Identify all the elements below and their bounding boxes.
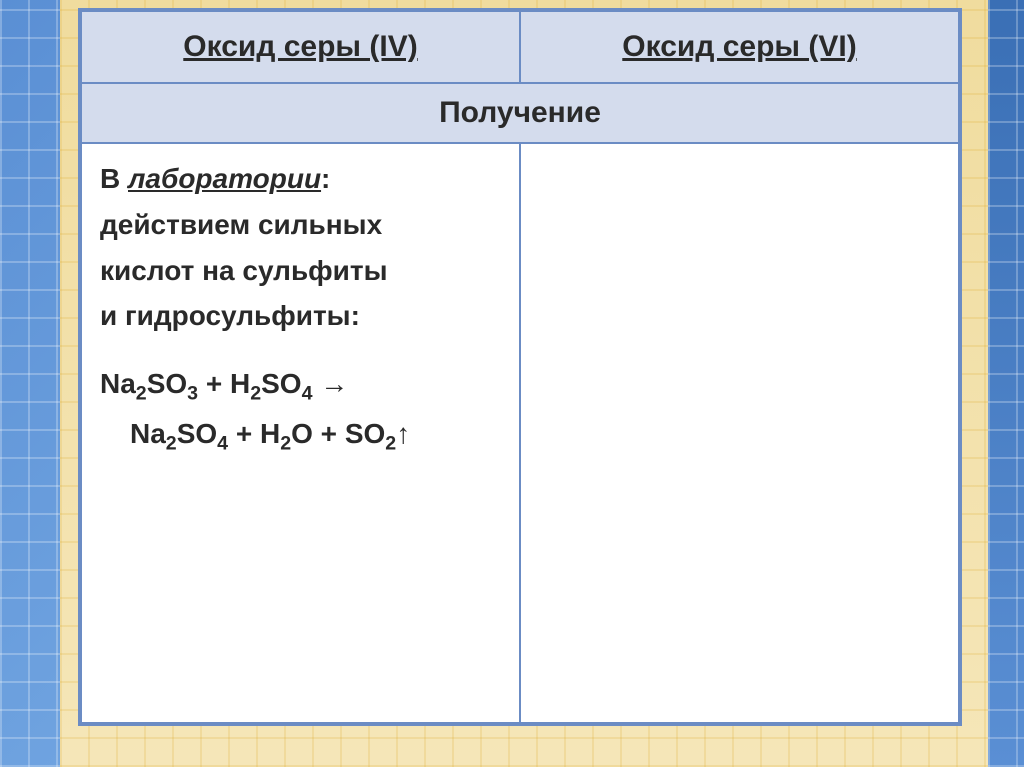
- description-line3: и гидросульфиты:: [100, 297, 501, 335]
- formula-sub: 2: [280, 433, 291, 455]
- chemical-equation-line1: Na2SO3 + H2SO4 →: [100, 365, 501, 407]
- chemical-equation-line2: Na2SO4 + H2O + SO2↑: [100, 415, 501, 457]
- lab-prefix: В: [100, 163, 128, 194]
- content-cell-right: [520, 143, 959, 723]
- formula-plus-h: + H: [228, 418, 280, 449]
- background-right-panel: [988, 0, 1024, 767]
- formula-gas-arrow: ↑: [396, 418, 410, 449]
- formula-sub: 2: [385, 433, 396, 455]
- formula-so: SO: [147, 368, 187, 399]
- formula-sub: 2: [250, 383, 261, 405]
- formula-sub: 2: [136, 383, 147, 405]
- formula-sub: 4: [217, 433, 228, 455]
- formula-o-so: O + SO: [291, 418, 385, 449]
- comparison-table: Оксид серы (IV) Оксид серы (VI) Получени…: [78, 8, 962, 726]
- formula-arrow: →: [313, 368, 349, 399]
- lab-intro: В лаборатории:: [100, 160, 501, 198]
- header-oxide-vi: Оксид серы (VI): [520, 11, 959, 83]
- background-left-panel: [0, 0, 60, 767]
- formula-so: SO: [261, 368, 301, 399]
- description-line1: действием сильных: [100, 206, 501, 244]
- formula-sub: 2: [166, 433, 177, 455]
- formula-na: Na: [130, 418, 166, 449]
- content-row: В лаборатории: действием сильных кислот …: [81, 143, 959, 723]
- formula-so: SO: [177, 418, 217, 449]
- header-oxide-iv: Оксид серы (IV): [81, 11, 520, 83]
- formula-sub: 4: [302, 383, 313, 405]
- subheader-row: Получение: [81, 83, 959, 143]
- formula-sub: 3: [187, 383, 198, 405]
- subheader-preparation: Получение: [81, 83, 959, 143]
- formula-plus-h: + H: [198, 368, 250, 399]
- lab-colon: :: [321, 163, 330, 194]
- description-line2: кислот на сульфиты: [100, 252, 501, 290]
- header-row: Оксид серы (IV) Оксид серы (VI): [81, 11, 959, 83]
- lab-label: лаборатории: [128, 163, 321, 194]
- formula-na: Na: [100, 368, 136, 399]
- content-cell-left: В лаборатории: действием сильных кислот …: [81, 143, 520, 723]
